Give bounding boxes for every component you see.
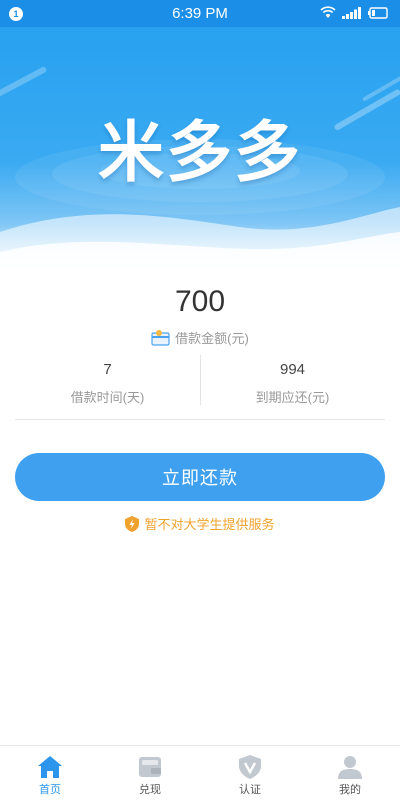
card-icon bbox=[151, 329, 170, 346]
bottom-tab-bar: 首页 兑现 认证 我的 bbox=[0, 745, 400, 800]
tab-verify[interactable]: 认证 bbox=[200, 746, 300, 800]
tab-cashout-label: 兑现 bbox=[139, 784, 161, 796]
hero-banner: 米多多 bbox=[0, 27, 400, 272]
wallet-icon bbox=[139, 757, 161, 777]
student-notice-text: 暂不对大学生提供服务 bbox=[144, 517, 275, 532]
loan-amount: 700 bbox=[174, 285, 226, 318]
repay-now-button[interactable]: 立即还款 bbox=[15, 453, 385, 501]
due-amount-value: 994 bbox=[279, 361, 306, 378]
due-amount-label: 到期应还(元) bbox=[255, 390, 330, 405]
tab-me[interactable]: 我的 bbox=[300, 746, 400, 800]
loan-stats: 7 借款时间(天) 994 到期应还(元) bbox=[15, 355, 385, 420]
tab-verify-label: 认证 bbox=[239, 784, 261, 796]
due-amount: 994 到期应还(元) bbox=[200, 355, 385, 419]
notification-badge: 1 bbox=[9, 7, 23, 21]
status-time: 6:39 PM bbox=[172, 5, 228, 22]
signal-icon bbox=[342, 6, 361, 19]
battery-icon bbox=[368, 6, 388, 19]
status-bar: 1 6:39 PM bbox=[0, 0, 400, 27]
home-icon bbox=[38, 756, 62, 778]
loan-term: 7 借款时间(天) bbox=[15, 355, 200, 419]
tab-cashout[interactable]: 兑现 bbox=[100, 746, 200, 800]
tab-home[interactable]: 首页 bbox=[0, 746, 100, 800]
status-icons bbox=[320, 6, 388, 19]
loan-term-value: 7 bbox=[103, 361, 112, 378]
brand-logo: 米多多 bbox=[98, 114, 302, 191]
student-notice: 暂不对大学生提供服务 bbox=[0, 514, 400, 533]
loan-amount-caption: 借款金额(元) bbox=[0, 328, 400, 347]
tab-me-label: 我的 bbox=[339, 784, 361, 796]
shield-icon bbox=[239, 755, 261, 779]
wifi-icon bbox=[320, 6, 336, 18]
loan-term-label: 借款时间(天) bbox=[70, 390, 145, 405]
tab-home-label: 首页 bbox=[39, 784, 61, 796]
loan-amount-label: 借款金额(元) bbox=[175, 331, 249, 346]
lightning-shield-icon bbox=[125, 515, 140, 532]
user-icon bbox=[338, 756, 362, 779]
